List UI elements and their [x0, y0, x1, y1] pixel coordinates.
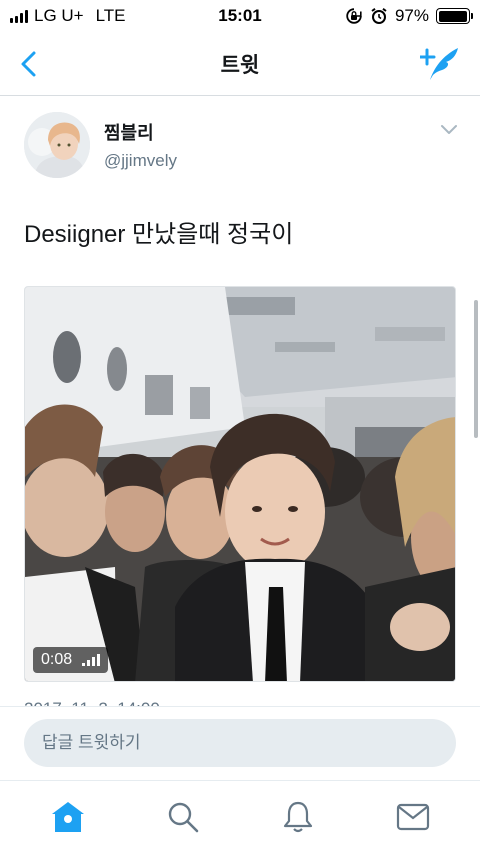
signal-icon — [10, 9, 28, 23]
tab-notifications[interactable] — [268, 792, 328, 842]
page-title: 트윗 — [220, 53, 260, 77]
author-name[interactable]: 찜블리 — [104, 119, 177, 145]
nav-bar: 트윗 — [0, 32, 480, 96]
chevron-down-icon[interactable] — [440, 124, 458, 136]
tweet-author[interactable]: 찜블리 @jjimvely — [24, 112, 177, 178]
tab-home[interactable] — [38, 792, 98, 842]
rotation-lock-icon — [346, 8, 362, 24]
network-label: LTE — [95, 6, 126, 25]
status-right: 97% — [345, 6, 473, 26]
messages-envelope-icon — [396, 803, 429, 830]
video-duration: 0:08 — [41, 651, 73, 668]
back-chevron-icon[interactable] — [16, 50, 44, 78]
search-icon — [168, 802, 198, 832]
reply-input[interactable] — [24, 719, 456, 767]
avatar[interactable] — [24, 112, 90, 178]
carrier-label: LG U+ — [34, 6, 84, 25]
video-duration-badge: 0:08 — [33, 647, 109, 673]
reply-area — [0, 706, 480, 778]
status-left: LG U+ LTE — [10, 6, 126, 26]
home-icon — [51, 801, 84, 832]
notifications-bell-icon — [283, 801, 312, 832]
tab-bar — [0, 780, 480, 852]
tab-messages[interactable] — [383, 792, 443, 842]
author-text: 찜블리 @jjimvely — [104, 119, 177, 171]
tab-search[interactable] — [153, 792, 213, 842]
video-frame — [25, 287, 455, 681]
scrollbar-thumb[interactable] — [474, 300, 478, 438]
volume-icon — [82, 654, 101, 666]
alarm-icon — [371, 7, 387, 24]
author-handle[interactable]: @jjimvely — [104, 151, 177, 171]
battery-icon — [436, 8, 473, 24]
tweet-video[interactable]: 0:08 — [24, 286, 456, 682]
tweet-text: Desiigner 만났을때 정국이 — [24, 221, 294, 248]
battery-percent: 97% — [394, 6, 429, 25]
status-bar: LG U+ LTE 15:01 97% — [0, 0, 480, 32]
compose-tweet-icon[interactable] — [420, 46, 460, 82]
battery-fill — [438, 10, 467, 22]
